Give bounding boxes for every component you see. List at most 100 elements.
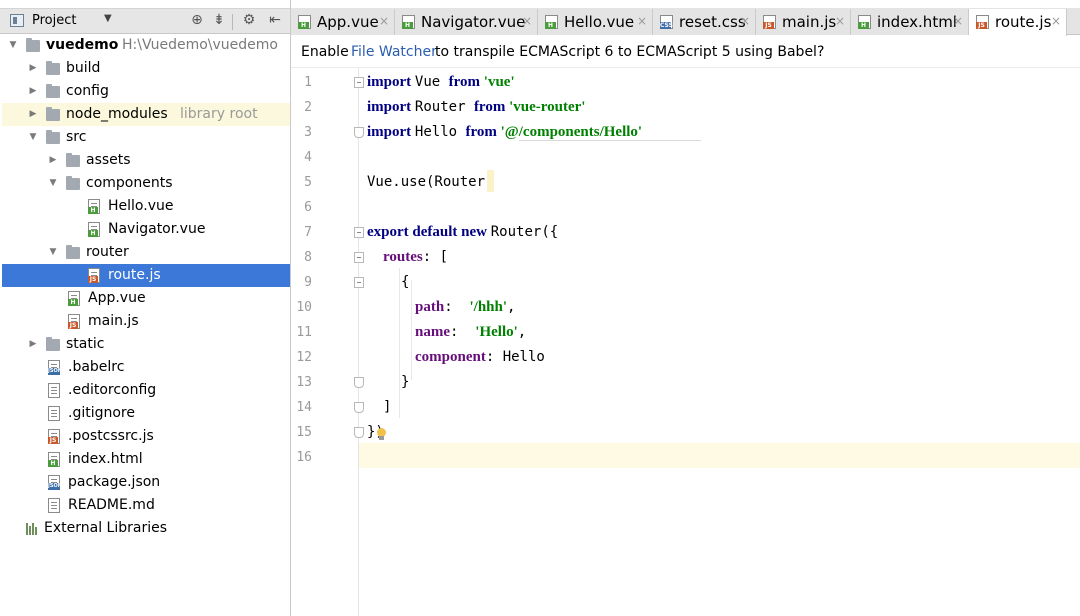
file-type-icon: H bbox=[545, 15, 558, 29]
tree-item-label: .postcssrc.js bbox=[68, 428, 154, 444]
file-icon: H bbox=[88, 199, 100, 214]
keyword-token: import bbox=[367, 74, 415, 90]
tree-item-label: route.js bbox=[108, 267, 161, 283]
tree-file[interactable]: JS .postcssrc.js bbox=[2, 425, 290, 448]
code-line: { bbox=[401, 270, 409, 295]
editor-tab[interactable]: JS route.js × bbox=[969, 9, 1067, 36]
tree-file[interactable]: .gitignore bbox=[2, 402, 290, 425]
folder-icon bbox=[66, 153, 80, 167]
string-token: 'Hello' bbox=[475, 324, 518, 340]
tree-folder[interactable]: ▼ src bbox=[2, 126, 290, 149]
tree-file[interactable]: H Hello.vue bbox=[2, 195, 290, 218]
tree-file[interactable]: .editorconfig bbox=[2, 379, 290, 402]
collapsed-arrow-icon[interactable]: ▶ bbox=[28, 80, 38, 103]
expanded-arrow-icon[interactable]: ▼ bbox=[48, 172, 58, 195]
folder-icon bbox=[66, 176, 80, 190]
close-tab-icon[interactable]: × bbox=[522, 14, 532, 28]
tree-item-label: assets bbox=[86, 152, 131, 168]
notice-prefix: Enable bbox=[301, 44, 349, 60]
code-token: Vue bbox=[414, 74, 449, 90]
tree-folder[interactable]: ▶ node_modules library root bbox=[2, 103, 290, 126]
editor-tab[interactable]: H Navigator.vue × bbox=[395, 9, 538, 35]
gear-icon[interactable]: ⚙ bbox=[240, 12, 258, 28]
expanded-arrow-icon[interactable]: ▼ bbox=[28, 126, 38, 149]
tab-label: Navigator.vue bbox=[421, 13, 526, 31]
tree-file[interactable]: JS main.js bbox=[2, 310, 290, 333]
indent-guide bbox=[399, 268, 400, 418]
collapsed-arrow-icon[interactable]: ▶ bbox=[48, 149, 58, 172]
fold-marker-icon[interactable] bbox=[354, 277, 364, 288]
collapse-icon[interactable]: ⇟ bbox=[210, 12, 228, 28]
editor-tab[interactable]: CSS reset.css × bbox=[653, 9, 756, 35]
fold-marker-icon[interactable] bbox=[354, 77, 364, 88]
tree-folder[interactable]: ▶ config bbox=[2, 80, 290, 103]
project-view-title[interactable]: Project bbox=[32, 13, 76, 28]
tree-file[interactable]: H Navigator.vue bbox=[2, 218, 290, 241]
line-number: 5 bbox=[304, 175, 312, 190]
tree-item-label: static bbox=[66, 336, 105, 352]
code-line: import Hello from '@/components/Hello' bbox=[367, 120, 642, 145]
tree-file[interactable]: README.md bbox=[2, 494, 290, 517]
tree-folder[interactable]: ▼ vuedemo H:\Vuedemo\vuedemo bbox=[2, 34, 290, 57]
library-icon bbox=[26, 523, 40, 535]
line-number: 6 bbox=[304, 200, 312, 215]
close-tab-icon[interactable]: × bbox=[953, 14, 963, 28]
fold-marker-icon[interactable] bbox=[354, 402, 364, 413]
code-editor[interactable]: 1 2 3 4 5 6 7 8 9 10 11 12 13 14 15 16 import Vue from … bbox=[291, 68, 1080, 616]
tree-item-label: Navigator.vue bbox=[108, 221, 206, 237]
project-panel: Project ▼ ⊕ ⇟ ⚙ ⇤ ▼ vuedemo H:\Vuedemo\vue… bbox=[0, 0, 291, 616]
collapsed-arrow-icon[interactable]: ▶ bbox=[28, 57, 38, 80]
code-token: , bbox=[507, 299, 516, 315]
tree-folder[interactable]: ▼ router bbox=[2, 241, 290, 264]
collapsed-arrow-icon[interactable]: ▶ bbox=[28, 333, 38, 356]
fold-marker-icon[interactable] bbox=[354, 227, 364, 238]
expanded-arrow-icon[interactable]: ▼ bbox=[48, 241, 58, 264]
code-line: name: 'Hello', bbox=[415, 320, 526, 345]
file-type-icon: H bbox=[858, 15, 871, 29]
collapsed-arrow-icon[interactable]: ▶ bbox=[28, 103, 38, 126]
tree-external-libraries[interactable]: External Libraries bbox=[2, 517, 290, 540]
fold-marker-icon[interactable] bbox=[354, 427, 364, 438]
line-number: 2 bbox=[304, 100, 312, 115]
fold-marker-icon[interactable] bbox=[354, 252, 364, 263]
close-tab-icon[interactable]: × bbox=[379, 14, 389, 28]
tree-folder[interactable]: ▶ assets bbox=[2, 149, 290, 172]
close-tab-icon[interactable]: × bbox=[740, 14, 750, 28]
close-tab-icon[interactable]: × bbox=[1051, 14, 1061, 28]
editor-tab[interactable]: H App.vue × bbox=[291, 9, 395, 35]
tree-file[interactable]: JSON .babelrc bbox=[2, 356, 290, 379]
close-tab-icon[interactable]: × bbox=[637, 14, 647, 28]
code-line: path: '/hhh', bbox=[415, 295, 515, 320]
expanded-arrow-icon[interactable]: ▼ bbox=[8, 34, 18, 57]
tree-file[interactable]: JSON package.json bbox=[2, 471, 290, 494]
notice-suffix: to transpile ECMAScript 6 to ECMAScript … bbox=[435, 44, 825, 60]
line-number: 8 bbox=[304, 250, 312, 265]
file-watcher-link[interactable]: File Watcher bbox=[351, 44, 437, 60]
line-number: 14 bbox=[296, 400, 312, 415]
folder-icon bbox=[26, 38, 40, 52]
fold-marker-icon[interactable] bbox=[354, 127, 364, 138]
string-token: 'vue' bbox=[483, 74, 515, 90]
hide-panel-icon[interactable]: ⇤ bbox=[266, 12, 284, 28]
locate-icon[interactable]: ⊕ bbox=[188, 12, 206, 28]
file-icon: JSON bbox=[48, 475, 62, 490]
tree-file[interactable]: Hindex.html bbox=[2, 448, 290, 471]
editor-tab[interactable]: Hindex.html × bbox=[851, 9, 969, 35]
tree-item-label: build bbox=[66, 60, 101, 76]
tree-item-label: node_modules bbox=[66, 106, 168, 122]
intention-bulb-icon[interactable] bbox=[376, 428, 386, 440]
tree-folder[interactable]: ▶ static bbox=[2, 333, 290, 356]
line-number: 11 bbox=[296, 325, 312, 340]
close-tab-icon[interactable]: × bbox=[835, 14, 845, 28]
keyword-token: from bbox=[448, 74, 484, 90]
editor-tab[interactable]: H Hello.vue × bbox=[538, 9, 653, 35]
tree-folder[interactable]: ▶ build bbox=[2, 57, 290, 80]
tree-file[interactable]: H App.vue bbox=[2, 287, 290, 310]
editor-tab[interactable]: JS main.js × bbox=[756, 9, 851, 35]
tree-file[interactable]: JS route.js bbox=[2, 264, 290, 287]
tree-folder[interactable]: ▼ components bbox=[2, 172, 290, 195]
fold-marker-icon[interactable] bbox=[354, 377, 364, 388]
chevron-down-icon[interactable]: ▼ bbox=[104, 13, 112, 24]
tree-item-label: .gitignore bbox=[68, 405, 135, 421]
code-line: Vue.use(Router) bbox=[367, 170, 493, 195]
